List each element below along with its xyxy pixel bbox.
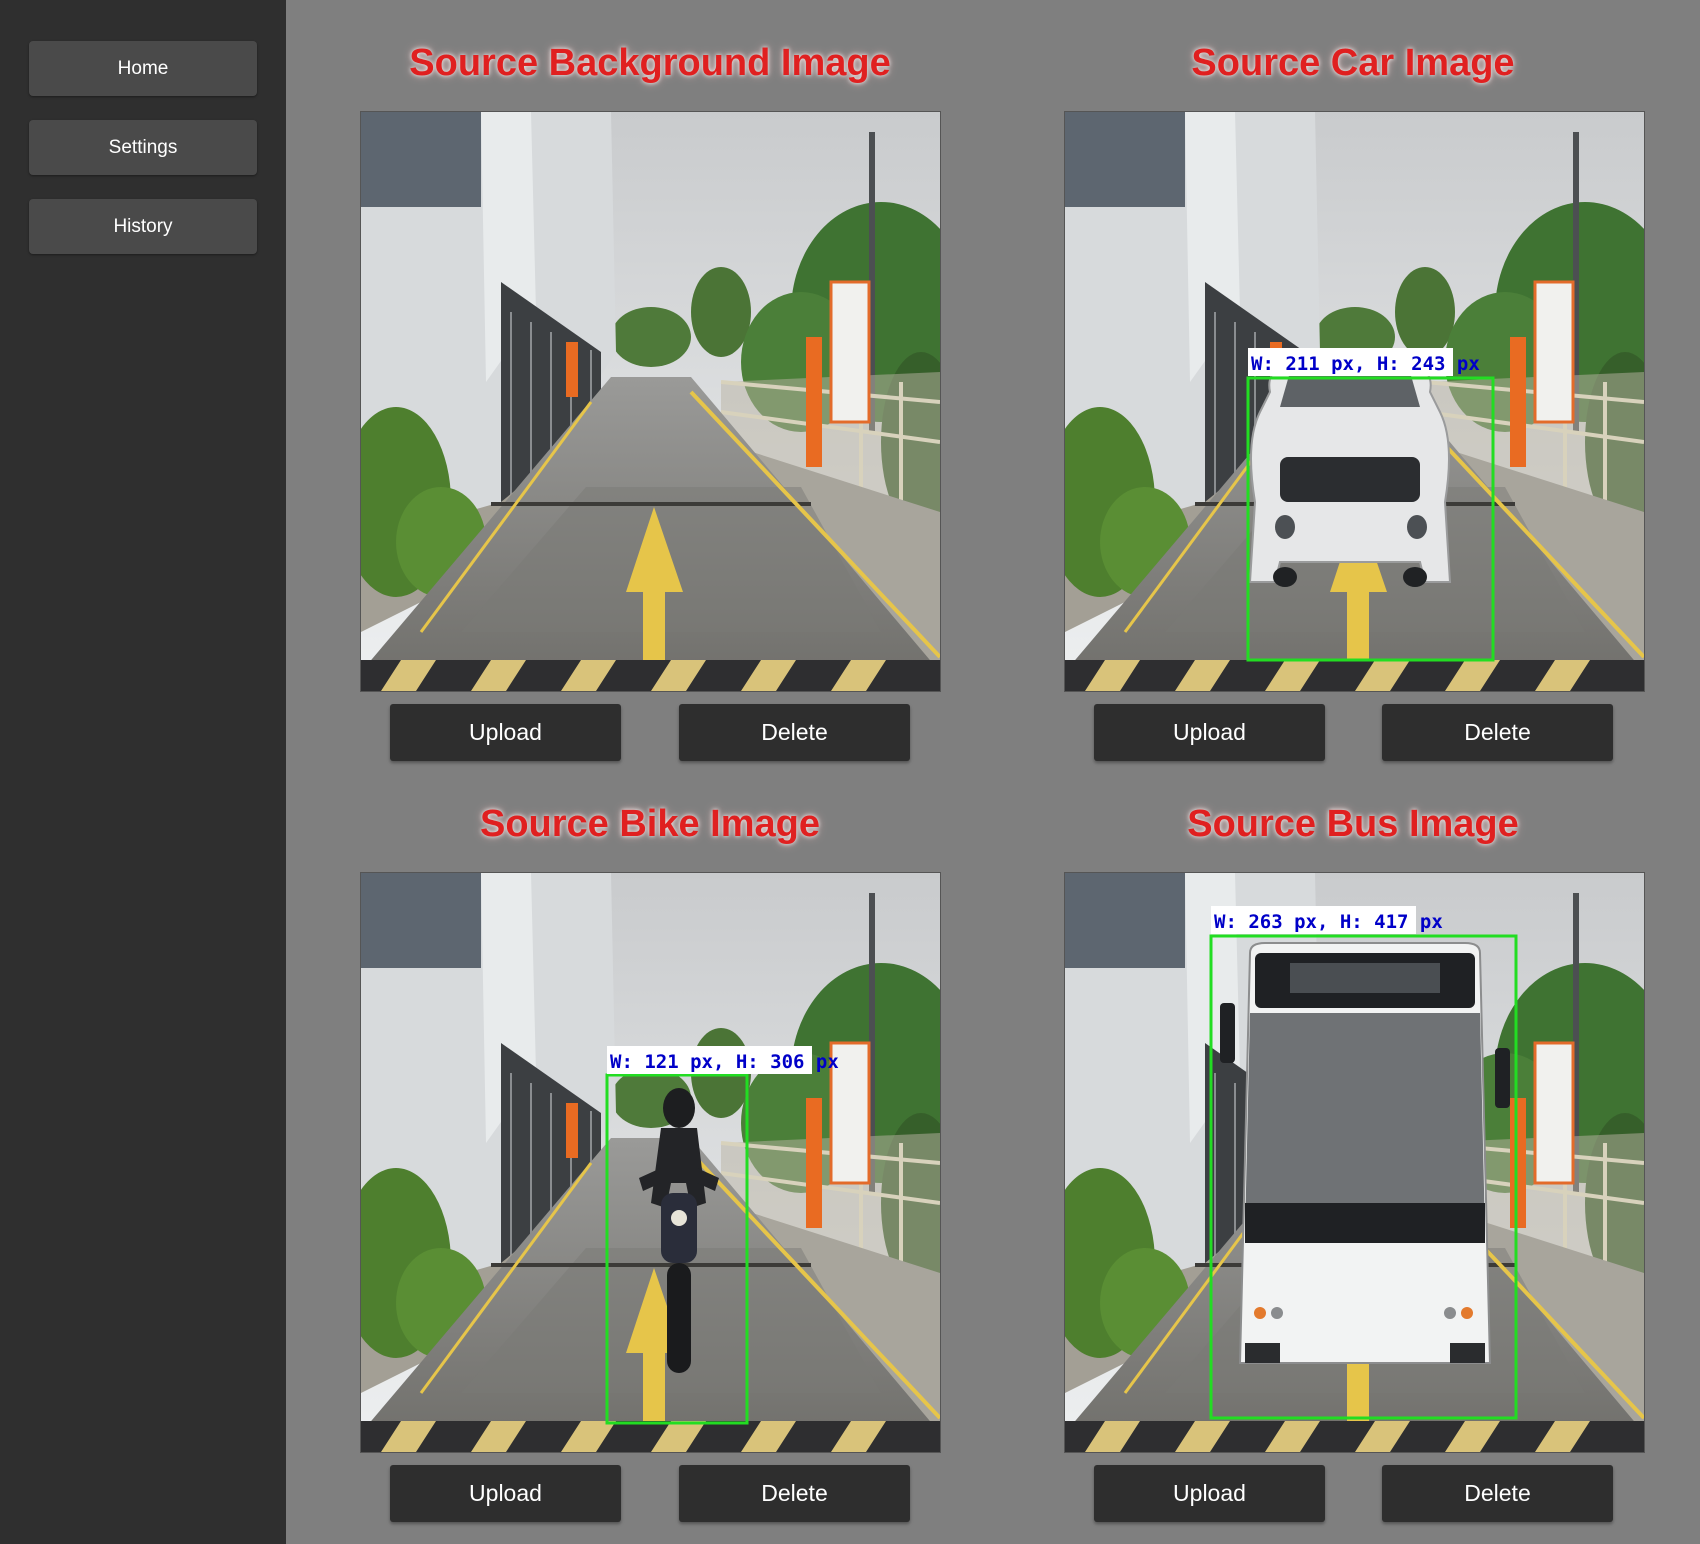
upload-bike-button[interactable]: Upload — [390, 1465, 621, 1522]
car-shape — [1248, 361, 1452, 587]
upload-bus-button[interactable]: Upload — [1094, 1465, 1325, 1522]
bike-image-preview: W: 121 px, H: 306 px — [360, 872, 941, 1453]
sidebar-item-settings[interactable]: Settings — [29, 120, 257, 175]
delete-car-button[interactable]: Delete — [1382, 704, 1613, 761]
upload-background-button[interactable]: Upload — [390, 704, 621, 761]
panel-title-car: Source Car Image — [1191, 42, 1515, 84]
delete-background-button[interactable]: Delete — [679, 704, 910, 761]
car-bbox-label: W: 211 px, H: 243 px — [1251, 353, 1480, 375]
delete-bike-button[interactable]: Delete — [679, 1465, 910, 1522]
bike-bbox-label: W: 121 px, H: 306 px — [610, 1051, 839, 1073]
sidebar-item-home[interactable]: Home — [29, 41, 257, 96]
delete-bus-button[interactable]: Delete — [1382, 1465, 1613, 1522]
sidebar: Home Settings History — [0, 0, 286, 1544]
panel-title-background: Source Background Image — [409, 42, 891, 84]
bus-bbox-label: W: 263 px, H: 417 px — [1214, 911, 1443, 933]
panel-title-bus: Source Bus Image — [1187, 803, 1519, 845]
background-image-preview — [360, 111, 941, 692]
bus-image-preview: W: 263 px, H: 417 px — [1064, 872, 1645, 1453]
panel-title-bike: Source Bike Image — [479, 803, 821, 845]
car-image-preview: W: 211 px, H: 243 px — [1064, 111, 1645, 692]
upload-car-button[interactable]: Upload — [1094, 704, 1325, 761]
bus-shape — [1220, 942, 1510, 1364]
sidebar-item-history[interactable]: History — [29, 199, 257, 254]
